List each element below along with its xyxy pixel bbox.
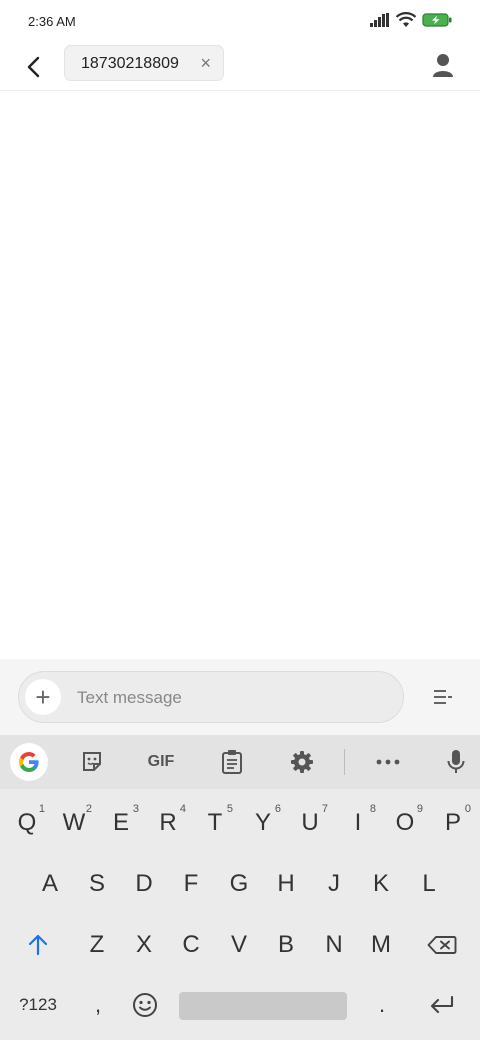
space-bar[interactable] (179, 992, 347, 1020)
emoji-key[interactable] (121, 975, 169, 1035)
toolbar-divider (344, 749, 345, 775)
key-a[interactable]: A (26, 854, 74, 914)
key-j[interactable]: J (310, 854, 358, 914)
key-hint: 3 (132, 803, 139, 815)
key-b[interactable]: B (262, 915, 310, 975)
backspace-icon (427, 936, 457, 954)
conversation-header: 18730218809 × (0, 44, 480, 91)
key-l[interactable]: L (405, 854, 453, 914)
remove-recipient-icon[interactable]: × (200, 53, 211, 73)
shift-key[interactable] (14, 915, 62, 975)
key-o[interactable]: O9 (381, 793, 429, 853)
list-options-icon (434, 690, 452, 704)
wifi-icon (395, 11, 417, 33)
comma-key[interactable]: , (74, 975, 122, 1035)
status-icons (370, 11, 452, 33)
message-options-button[interactable] (430, 687, 456, 709)
key-t[interactable]: T5 (191, 793, 239, 853)
sticker-button[interactable] (78, 746, 106, 778)
key-k[interactable]: K (357, 854, 405, 914)
key-p[interactable]: P0 (429, 793, 477, 853)
key-v[interactable]: V (215, 915, 263, 975)
key-e[interactable]: E3 (97, 793, 145, 853)
status-time: 2:36 AM (28, 14, 76, 29)
backspace-key[interactable] (418, 915, 466, 975)
keyboard: Q1 W2 E3 R4 T5 Y6 U7 I8 O9 P0 A S D F G … (0, 789, 480, 1040)
key-n[interactable]: N (310, 915, 358, 975)
more-button[interactable] (374, 746, 402, 778)
key-d[interactable]: D (120, 854, 168, 914)
signal-icon (370, 12, 390, 32)
key-m[interactable]: M (357, 915, 405, 975)
message-placeholder: Text message (77, 688, 182, 707)
clipboard-icon (222, 750, 242, 774)
emoji-icon (133, 993, 157, 1017)
gif-button[interactable]: GIF (141, 746, 181, 778)
key-q[interactable]: Q1 (3, 793, 51, 853)
key-hint: 7 (321, 803, 328, 815)
back-arrow-icon (27, 56, 40, 78)
conversation-area (0, 91, 480, 659)
recipient-number: 18730218809 (81, 55, 179, 72)
enter-key[interactable] (418, 975, 466, 1035)
key-hint: 9 (416, 803, 423, 815)
key-r[interactable]: R4 (144, 793, 192, 853)
compose-bar: + Text message (0, 659, 480, 735)
key-hint: 1 (38, 803, 45, 815)
more-dots-icon (376, 759, 400, 765)
key-w[interactable]: W2 (50, 793, 98, 853)
gif-label: GIF (147, 753, 175, 770)
settings-button[interactable] (288, 746, 316, 778)
key-hint: 6 (274, 803, 281, 815)
status-bar: 2:36 AM (0, 0, 480, 44)
symbols-key[interactable]: ?123 (12, 975, 64, 1035)
key-hint: 8 (369, 803, 376, 815)
voice-input-button[interactable] (444, 746, 468, 778)
contact-button[interactable] (430, 50, 456, 80)
key-s[interactable]: S (73, 854, 121, 914)
add-attachment-button[interactable]: + (25, 679, 61, 715)
battery-charging-icon (422, 12, 452, 32)
period-key[interactable]: . (358, 975, 406, 1035)
google-g-icon (19, 752, 39, 772)
key-hint: 5 (226, 803, 233, 815)
person-icon (433, 54, 453, 77)
clipboard-button[interactable] (218, 746, 246, 778)
key-c[interactable]: C (167, 915, 215, 975)
key-x[interactable]: X (120, 915, 168, 975)
gear-icon (291, 751, 313, 773)
key-z[interactable]: Z (73, 915, 121, 975)
key-hint: 4 (179, 803, 186, 815)
enter-arrow-icon (430, 996, 454, 1014)
google-search-button[interactable] (10, 743, 48, 781)
back-button[interactable] (18, 50, 48, 84)
key-y[interactable]: Y6 (239, 793, 287, 853)
key-hint: 0 (464, 803, 471, 815)
keyboard-toolbar: GIF (0, 735, 480, 789)
shift-arrow-icon (28, 934, 48, 956)
key-i[interactable]: I8 (334, 793, 382, 853)
message-input[interactable]: + Text message (18, 671, 404, 723)
sticker-icon (83, 752, 101, 771)
key-u[interactable]: U7 (286, 793, 334, 853)
key-hint: 2 (85, 803, 92, 815)
recipient-chip[interactable]: 18730218809 × (64, 45, 224, 81)
key-g[interactable]: G (215, 854, 263, 914)
key-h[interactable]: H (262, 854, 310, 914)
key-f[interactable]: F (167, 854, 215, 914)
microphone-icon (447, 750, 465, 773)
